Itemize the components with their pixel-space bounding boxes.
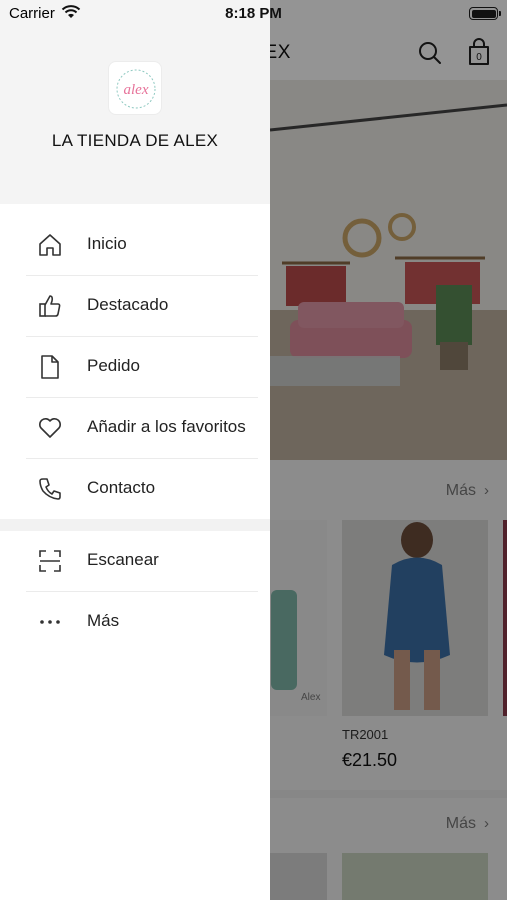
home-icon xyxy=(39,234,61,256)
svg-text:alex: alex xyxy=(124,82,149,98)
menu-item-mas[interactable]: Más xyxy=(0,591,270,652)
thumbs-up-icon xyxy=(39,295,61,317)
side-drawer: alex LA TIENDA DE ALEX Inicio Destacado … xyxy=(0,0,270,900)
more-dots-icon xyxy=(40,620,60,624)
store-name: LA TIENDA DE ALEX xyxy=(51,131,219,150)
status-bar: Carrier 8:18 PM xyxy=(0,0,507,28)
drawer-header: alex LA TIENDA DE ALEX xyxy=(0,0,270,204)
menu-item-destacado[interactable]: Destacado xyxy=(0,275,270,336)
menu-label: Escanear xyxy=(87,550,159,569)
scan-icon xyxy=(39,550,61,572)
menu-item-contacto[interactable]: Contacto xyxy=(0,458,270,519)
menu-item-escanear[interactable]: Escanear xyxy=(0,530,270,591)
document-icon xyxy=(41,355,59,379)
store-logo[interactable]: alex xyxy=(108,61,162,115)
menu-label: Pedido xyxy=(87,356,140,375)
logo-image: alex xyxy=(116,69,156,109)
menu-label: Añadir a los favoritos xyxy=(87,417,246,436)
phone-icon xyxy=(39,478,61,500)
menu-label: Más xyxy=(87,611,120,630)
menu-item-favoritos[interactable]: Añadir a los favoritos xyxy=(0,397,270,458)
clock: 8:18 PM xyxy=(225,5,282,22)
menu-item-pedido[interactable]: Pedido xyxy=(0,336,270,397)
battery-icon xyxy=(469,7,501,20)
menu-label: Inicio xyxy=(87,234,127,253)
menu-label: Contacto xyxy=(87,478,156,497)
menu-label: Destacado xyxy=(87,295,169,314)
menu-item-inicio[interactable]: Inicio xyxy=(0,214,270,275)
heart-icon xyxy=(39,418,61,438)
